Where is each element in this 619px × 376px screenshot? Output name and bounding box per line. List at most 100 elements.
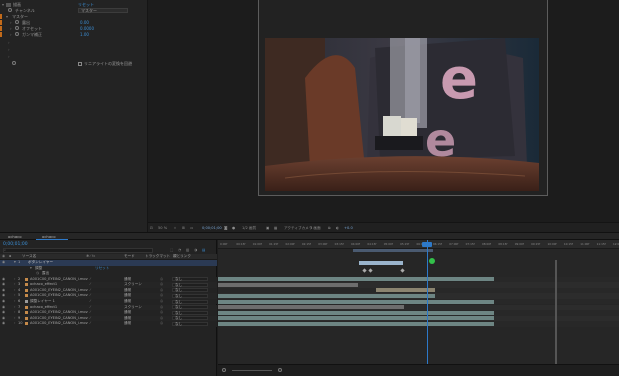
expand-arrow-icon[interactable]: › [14,321,15,327]
layer-type-icon [25,316,28,320]
layer-type-icon [25,283,28,287]
expand-arrow-icon[interactable]: › [10,32,12,37]
layer-duration-bar[interactable] [218,299,494,304]
visibility-icon[interactable]: ◉ [2,254,5,260]
stopwatch-icon[interactable] [12,61,16,65]
timeline-timecode[interactable]: 0;00;01;00 [3,242,28,248]
layer-duration-bar[interactable] [218,322,494,326]
keyframe-icon[interactable] [368,268,373,273]
timeline-track-area[interactable]: 0:00f 00:15f 01:00f 01:15f 02:00f 02:15f 03:00… [218,240,619,376]
layer-row[interactable]: ◉ › 10 A001C00_EYEIN2_CANON_i.mov ⁄ 通常 ◎ なし [0,321,217,327]
channel-label: チャンネル [15,8,35,13]
effect-row-master[interactable]: ▾ マスター [0,14,148,19]
stopwatch-icon[interactable] [15,32,19,36]
parent-dropdown[interactable]: なし [172,293,208,298]
reset-exposure-icon[interactable]: ◐ [336,226,339,230]
fx-icon[interactable] [6,2,11,7]
resolution-dropdown[interactable]: 1/2 画質 [242,226,256,230]
stopwatch-icon[interactable] [8,8,12,12]
zoom-dropdown[interactable]: 50 % [158,226,167,230]
gamma-value[interactable]: 1.00 [80,32,89,37]
parent-dropdown[interactable]: なし [172,277,208,282]
motion-blur-icon[interactable]: ◑ [194,248,197,254]
expand-arrow-icon[interactable]: › [10,20,12,25]
visibility-icon[interactable]: ◉ [2,321,5,327]
channel-dropdown[interactable]: マスター [78,8,128,13]
channel-icon[interactable]: ● [232,226,235,230]
draft-3d-icon[interactable]: ⬚ [170,248,173,254]
keyframe-icon[interactable] [400,268,405,273]
pickwhip-icon[interactable]: ◎ [160,321,163,327]
always-preview-icon[interactable]: ⊡ [150,226,153,230]
reset-link[interactable]: リセット [78,2,94,7]
layer-duration-bar[interactable] [218,316,494,321]
frame-blend-icon[interactable]: ▥ [186,248,189,254]
expand-arrow-icon[interactable]: ▾ [2,2,4,7]
zoom-out-icon[interactable] [222,368,226,372]
parent-dropdown[interactable]: なし [172,310,208,315]
footage-frame[interactable]: e e [265,38,539,191]
timeline-layer-panel: 0;00;01;00 ⌕ ⬚ ◔ ▥ ◑ ▤ ◉ ▪ ソース名 ✱ ⁄ fx モ… [0,240,217,376]
effect-row-exposure[interactable]: ▾ 描画 リセット [0,2,148,7]
viewer-timecode[interactable]: 0;00;01;00 [202,226,222,230]
col-trkmat[interactable]: トラックマット [145,254,170,260]
ruler-tick-label: 07:00f [449,242,459,246]
parent-dropdown[interactable]: なし [172,316,208,321]
parent-dropdown[interactable]: なし [172,282,208,287]
offset-value[interactable]: 0.0000 [80,26,94,31]
parent-dropdown[interactable]: なし [172,299,208,304]
snapshot-icon[interactable]: ◙ [224,226,228,230]
mask-icon[interactable]: ▭ [190,226,193,230]
keyframe-icon[interactable] [362,268,367,273]
camera-dropdown[interactable]: アクティブカメラ [284,226,312,230]
effect-row-channel: チャンネル マスター [0,8,148,13]
search-row: ⌕ ⬚ ◔ ▥ ◑ ▤ [0,248,217,254]
col-parent[interactable]: 親とリンク [173,254,191,260]
layer-duration-bar[interactable] [218,310,494,315]
zoom-slider[interactable] [232,370,272,371]
parent-dropdown[interactable]: なし [172,321,208,326]
composition-viewer[interactable]: e e [148,0,619,222]
col-mode[interactable]: モード [124,254,135,260]
stopwatch-icon[interactable] [15,20,19,24]
region-icon[interactable]: ▣ [266,226,269,230]
linear-light-checkbox[interactable] [78,61,82,66]
switches-icon[interactable]: ✱ ⁄ fx [86,254,95,260]
shy-icon[interactable]: ◔ [178,248,181,254]
layer-switches-icon[interactable]: ⁄ [90,321,91,327]
work-area-bar[interactable] [353,249,433,252]
views-dropdown[interactable]: 1 画面 [310,226,321,230]
layer-duration-bar[interactable] [218,282,358,287]
layer-search-input[interactable] [3,248,153,253]
footage-image: e e [265,38,539,191]
col-source-name[interactable]: ソース名 [22,254,36,260]
layer-mode[interactable]: 通常 [124,321,131,327]
zoom-in-icon[interactable] [278,368,282,372]
layer-duration-bar[interactable] [218,305,404,310]
time-ruler[interactable]: 0:00f 00:15f 01:00f 01:15f 02:00f 02:15f 03:00… [218,240,619,249]
parent-dropdown[interactable]: なし [172,305,208,310]
render-icon[interactable]: ⧉ [328,226,331,230]
parent-dropdown[interactable]: なし [172,288,208,293]
fit-icon[interactable]: ⌗ [174,226,176,230]
work-area-end-marker[interactable] [555,260,557,364]
exposure-value[interactable]: 0.00 [80,20,89,25]
layer-duration-bar[interactable] [218,277,494,282]
stopwatch-icon[interactable] [15,26,19,30]
keyframe-marker-icon[interactable] [429,258,435,264]
layer-duration-bar[interactable] [218,294,435,298]
lock-icon[interactable]: ▪ [9,254,11,260]
playhead-line[interactable] [427,240,428,364]
exposure-value[interactable]: +0.0 [344,226,353,230]
transparency-grid-icon[interactable]: ▦ [274,226,277,230]
expand-arrow-icon[interactable]: › [8,40,10,45]
graph-editor-icon[interactable]: ▤ [202,248,205,254]
expand-arrow-icon[interactable]: ▾ [6,14,8,19]
expand-arrow-icon[interactable]: › [8,47,10,52]
grid-icon[interactable]: ⊞ [182,226,185,230]
selected-layer-bar[interactable] [359,260,403,265]
layer-name[interactable]: A001C00_EYEIN2_CANON_i.mov [30,321,88,327]
ruler-tick-label: 05:00f [383,242,393,246]
expand-arrow-icon[interactable]: › [8,54,10,59]
expand-arrow-icon[interactable]: › [10,26,12,31]
